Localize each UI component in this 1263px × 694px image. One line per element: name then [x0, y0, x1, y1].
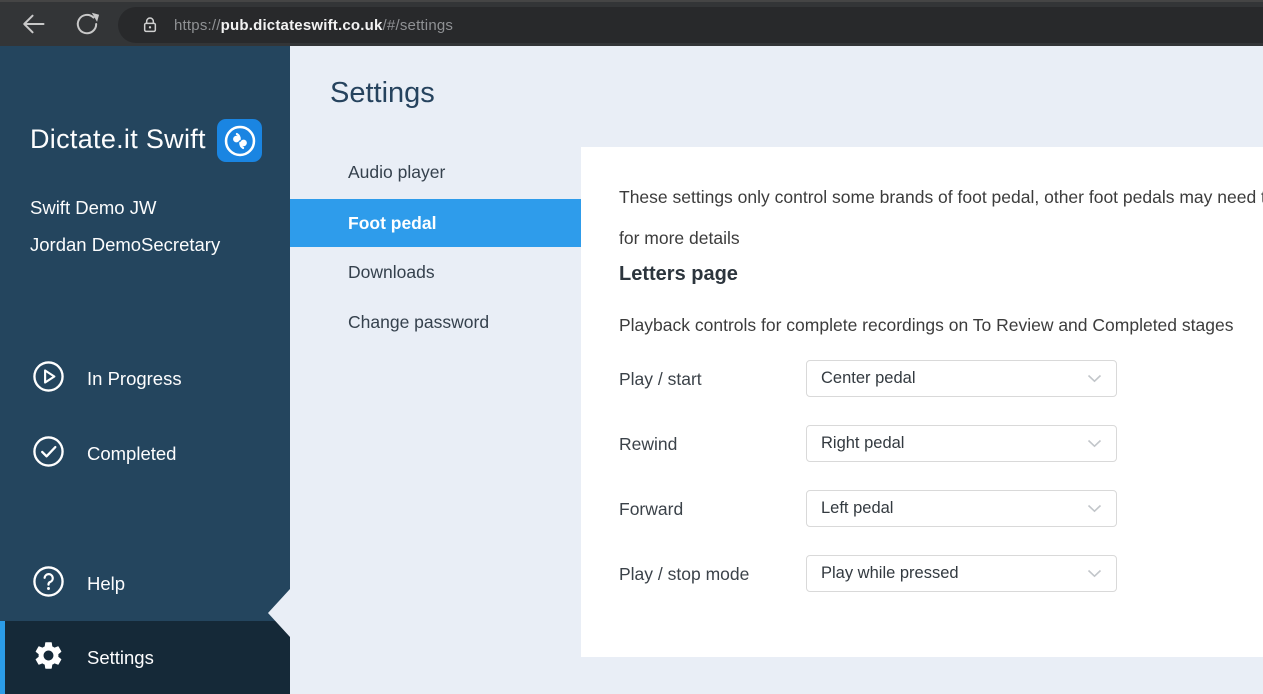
sidebar-item-completed[interactable]: Completed [0, 430, 290, 478]
tab-foot-pedal[interactable]: Foot pedal [290, 199, 581, 247]
foot-pedal-notice-line1: These settings only control some brands … [619, 187, 1263, 207]
page-title: Settings [330, 77, 435, 109]
refresh-icon [73, 10, 101, 41]
url-text: https://pub.dictateswift.co.uk/#/setting… [174, 17, 453, 34]
field-label: Play / start [619, 369, 702, 389]
tab-audio-player[interactable]: Audio player [290, 148, 581, 196]
chevron-down-icon [1087, 500, 1102, 518]
active-item-notch [268, 589, 290, 637]
lock-icon[interactable] [140, 14, 160, 36]
select-value: Play while pressed [821, 564, 959, 582]
foot-pedal-notice-line2: for more details [619, 228, 740, 248]
field-label: Forward [619, 499, 684, 519]
browser-back-button[interactable] [18, 10, 48, 40]
play-start-select[interactable]: Center pedal [806, 360, 1117, 397]
select-value: Center pedal [821, 369, 916, 387]
play-circle-icon [32, 360, 65, 398]
sidebar-item-label: Completed [87, 443, 177, 464]
gear-icon [32, 639, 65, 677]
tab-change-password[interactable]: Change password [290, 298, 581, 346]
sidebar-item-label: Settings [87, 646, 154, 668]
url-path: /#/settings [382, 16, 454, 34]
browser-refresh-button[interactable] [72, 10, 102, 40]
address-bar[interactable]: https://pub.dictateswift.co.uk/#/setting… [118, 7, 1263, 43]
rewind-select[interactable]: Right pedal [806, 425, 1117, 462]
section-description: Playback controls for complete recording… [619, 315, 1234, 335]
foot-pedal-panel: These settings only control some brands … [581, 147, 1263, 657]
check-circle-icon [32, 435, 65, 473]
url-scheme: https:// [174, 16, 221, 34]
app-title: Dictate.it Swift [30, 124, 206, 154]
chevron-down-icon [1087, 565, 1102, 583]
chevron-down-icon [1087, 370, 1102, 388]
user-secretary-name: Jordan DemoSecretary [30, 234, 221, 255]
sidebar-item-settings[interactable]: Settings [0, 621, 290, 694]
sidebar-item-help[interactable]: Help [0, 560, 290, 608]
sidebar-item-label: In Progress [87, 368, 182, 389]
select-value: Right pedal [821, 434, 905, 452]
play-stop-mode-select[interactable]: Play while pressed [806, 555, 1117, 592]
browser-toolbar: https://pub.dictateswift.co.uk/#/setting… [0, 0, 1263, 46]
forward-select[interactable]: Left pedal [806, 490, 1117, 527]
sidebar-item-in-progress[interactable]: In Progress [0, 355, 290, 403]
question-circle-icon [32, 565, 65, 603]
user-name: Swift Demo JW [30, 197, 157, 218]
sidebar-item-label: Help [87, 573, 126, 594]
app-logo-icon [217, 119, 262, 162]
select-value: Left pedal [821, 499, 894, 517]
tab-downloads[interactable]: Downloads [290, 248, 581, 296]
url-domain: pub.dictateswift.co.uk [220, 16, 383, 34]
section-title: Letters page [619, 263, 738, 285]
sidebar: Dictate.it Swift Swift Demo JW Jordan De… [0, 46, 290, 694]
field-label: Rewind [619, 434, 678, 454]
back-arrow-icon [19, 10, 47, 41]
chevron-down-icon [1087, 435, 1102, 453]
field-label: Play / stop mode [619, 564, 750, 584]
